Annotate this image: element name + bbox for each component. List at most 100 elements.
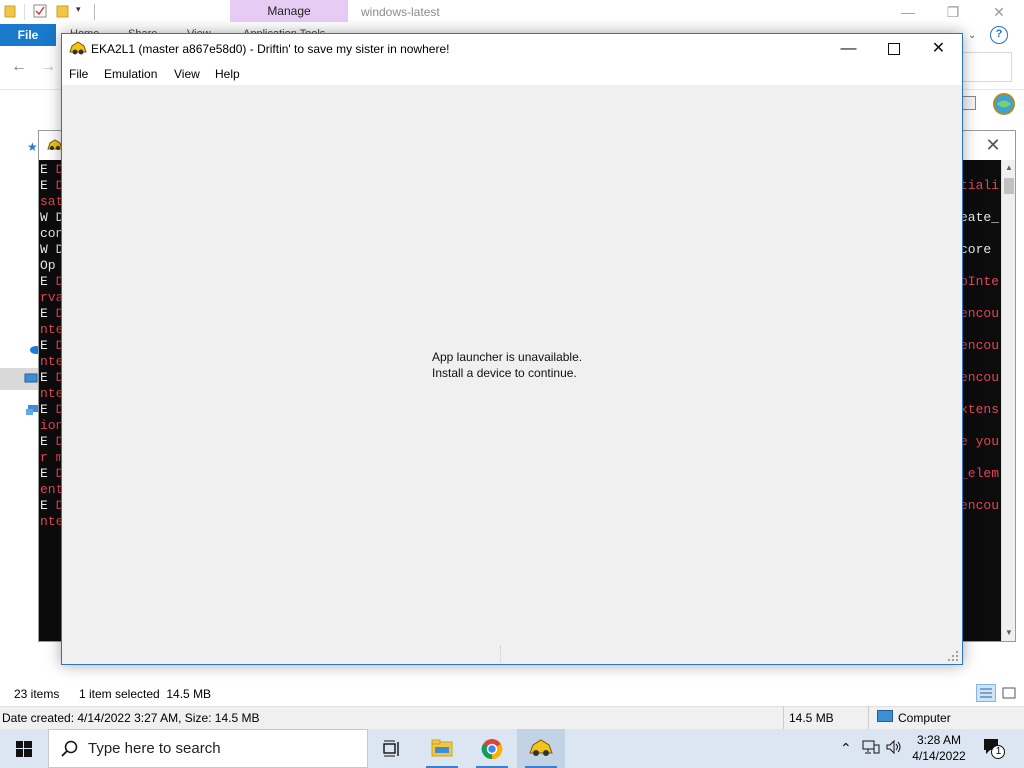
file-explorer-icon (431, 739, 453, 757)
console-line-prefix: E (40, 466, 56, 481)
explorer-minimize-button[interactable]: — (885, 2, 931, 22)
console-line-error-text: nte (40, 386, 64, 401)
resize-grip-icon[interactable] (947, 650, 959, 662)
search-icon (61, 740, 78, 757)
menu-view[interactable]: View (174, 67, 200, 81)
explorer-close-button[interactable]: ✕ (976, 2, 1022, 22)
console-line: nte (40, 354, 63, 370)
console-line: sat (40, 194, 63, 210)
console-line-prefix: E (40, 370, 56, 385)
console-line: E D (40, 306, 63, 322)
console-line-fragment: encou (960, 370, 1000, 385)
console-line: E D (40, 466, 63, 482)
clock-time: 3:28 AM (916, 733, 962, 747)
console-line: nte (40, 322, 63, 338)
console-line-fragment: eate_ (960, 210, 1000, 225)
explorer-search-input[interactable] (962, 52, 1012, 82)
console-line-prefix: W D (40, 210, 64, 225)
scroll-down-arrow-icon[interactable]: ▼ (1002, 625, 1016, 641)
console-line-error-text: nte (40, 354, 64, 369)
console-line-fragment: pInte (960, 274, 1000, 289)
console-line-error-text: nte (40, 514, 64, 529)
taskbar-clock[interactable]: 3:28 AM 4/14/2022 (908, 732, 970, 764)
console-line-fragment: tiali (960, 178, 1000, 193)
console-scrollbar[interactable]: ▲ ▼ (1001, 160, 1015, 641)
console-line: E D (40, 498, 63, 514)
help-icon[interactable]: ? (990, 26, 1008, 44)
minimize-button[interactable]: — (826, 34, 871, 63)
console-line: W D (40, 242, 63, 258)
console-line: r m (40, 450, 63, 466)
console-line: E D (40, 178, 63, 194)
item-count: 23 items (14, 687, 60, 701)
computer-icon (877, 710, 893, 722)
console-line-prefix: E (40, 274, 56, 289)
message-line-2: Install a device to continue. (432, 366, 577, 380)
task-view-icon (383, 740, 399, 757)
volume-icon[interactable] (885, 739, 903, 758)
console-close-button[interactable]: ✕ (978, 133, 1008, 157)
menu-help[interactable]: Help (215, 67, 240, 81)
menu-emulation[interactable]: Emulation (104, 67, 157, 81)
close-button[interactable]: ✕ (916, 34, 961, 63)
console-line-fragment: encou (960, 338, 1000, 353)
maximize-button[interactable] (871, 34, 916, 63)
divider (868, 706, 869, 729)
console-line-fragment: encou (960, 498, 1000, 513)
console-line: E D (40, 162, 63, 178)
nav-item-this-pc[interactable] (0, 368, 40, 390)
show-hidden-icons-icon[interactable]: ⌃ (840, 740, 852, 757)
console-line-prefix: E (40, 178, 56, 193)
large-icons-view-button[interactable] (999, 684, 1019, 702)
taskbar-file-explorer[interactable] (418, 729, 466, 768)
taskbar-eka2l1[interactable] (517, 729, 565, 768)
explorer-titlebar (0, 0, 1024, 24)
taskbar-search-placeholder: Type here to search (88, 740, 221, 757)
back-arrow-icon[interactable]: ← (11, 58, 27, 76)
network-tray-icon[interactable] (862, 739, 880, 758)
console-line-fragment: e you (960, 434, 1000, 449)
status-splitter (500, 646, 502, 662)
console-line-error-text: rva (40, 290, 64, 305)
task-view-button[interactable] (368, 729, 416, 768)
details-view-button[interactable] (976, 684, 996, 702)
menu-file[interactable]: File (69, 67, 88, 81)
taskbar-chrome[interactable] (468, 729, 516, 768)
properties-icon[interactable] (33, 4, 47, 18)
details-size: 14.5 MB (789, 711, 834, 725)
console-line: Op (40, 258, 56, 274)
new-folder-icon[interactable] (56, 4, 70, 18)
globe-app-icon[interactable] (992, 92, 1016, 116)
console-line: con (40, 226, 63, 242)
console-line-error-text: r m (40, 450, 64, 465)
details-location: Computer (898, 711, 951, 725)
folder-icon (4, 4, 18, 18)
console-line: W D (40, 210, 63, 226)
console-line: nte (40, 386, 63, 402)
forward-arrow-icon[interactable]: → (40, 58, 56, 76)
console-line-prefix: E (40, 162, 56, 177)
ribbon-expand-icon[interactable]: ⌄ (968, 30, 976, 41)
explorer-maximize-button[interactable]: ❐ (930, 2, 976, 22)
network-icon[interactable] (26, 404, 38, 416)
start-button[interactable] (0, 729, 48, 768)
console-line-error-text: ion (40, 418, 64, 433)
tab-file[interactable]: File (0, 24, 56, 46)
scroll-up-arrow-icon[interactable]: ▲ (1002, 160, 1016, 176)
windows-logo-icon (16, 741, 32, 757)
eka2l1-window-title: EKA2L1 (master a867e58d0) - Driftin' to … (91, 42, 450, 56)
action-center-icon[interactable]: 1 (982, 736, 1006, 760)
console-line-prefix: E (40, 338, 56, 353)
console-line-prefix: E (40, 306, 56, 321)
navigation-pane (0, 128, 40, 678)
tab-manage[interactable]: Manage (230, 0, 348, 22)
eka2l1-icon (529, 739, 553, 756)
console-line-prefix: E (40, 434, 56, 449)
divider (783, 706, 784, 729)
console-line: nte (40, 514, 63, 530)
console-line-fragment: encou (960, 306, 1000, 321)
console-line: ent (40, 482, 63, 498)
quick-access-dropdown-icon[interactable]: ▾ (76, 4, 81, 15)
scrollbar-thumb[interactable] (1004, 178, 1014, 194)
message-line-1: App launcher is unavailable. (432, 350, 583, 364)
